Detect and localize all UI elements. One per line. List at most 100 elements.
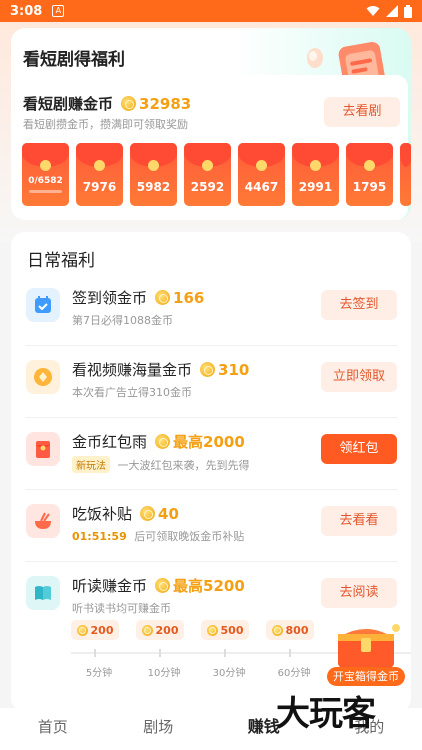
- envelope-seal-icon: [256, 160, 267, 171]
- envelope-seal-icon: [148, 160, 159, 171]
- milestone-tick: [289, 649, 291, 657]
- status-bar: 3:08 A: [0, 0, 422, 22]
- wifi-icon: [366, 6, 380, 16]
- envelope-seal-icon: [310, 160, 321, 171]
- milestone-tick: [224, 649, 226, 657]
- red-envelope[interactable]: 4467: [238, 143, 285, 206]
- drama-earn-label: 看短剧赚金币: [23, 95, 114, 113]
- time-label: 60分钟: [277, 668, 311, 679]
- reward-chip[interactable]: 500: [201, 620, 249, 640]
- calendar-icon: [26, 288, 60, 322]
- red-envelope[interactable]: 2991: [292, 143, 339, 206]
- coin-icon: [141, 624, 153, 636]
- go-read-button[interactable]: 去阅读: [321, 578, 397, 608]
- task-reward: 166: [173, 288, 205, 307]
- task-title: 吃饭补贴: [72, 505, 133, 523]
- red-envelope[interactable]: 1795: [346, 143, 393, 206]
- task-checkin: 签到领金币 166 第7日必得1088金币 去签到: [25, 274, 397, 346]
- envelope-flap: [400, 143, 411, 167]
- task-red-packet-rain: 金币红包雨 最高2000 新玩法 一大波红包来袭，先到先得 领红包: [25, 418, 397, 490]
- a-notification-icon: A: [52, 5, 65, 17]
- task-desc-row: 新玩法 一大波红包来袭，先到先得: [72, 456, 250, 473]
- status-time: 3:08: [10, 3, 43, 19]
- claim-now-button[interactable]: 立即领取: [321, 362, 397, 392]
- time-label: 5分钟: [85, 668, 113, 679]
- envelope-value: 7976: [82, 180, 117, 194]
- envelope-seal-icon: [364, 160, 375, 171]
- red-envelope[interactable]: 0/6582: [22, 143, 69, 206]
- coin-icon: [200, 362, 216, 377]
- milestone-tick: [94, 649, 96, 657]
- go-look-button[interactable]: 去看看: [321, 506, 397, 536]
- drama-earn-subtitle: 看短剧攒金币，攒满即可领取奖励: [23, 118, 188, 131]
- listen-time-labels: 5分钟 10分钟 30分钟 60分钟: [81, 664, 312, 679]
- envelope-value: 0/6582: [28, 176, 63, 186]
- task-watch-video: 看视频赚海量金币 310 本次看广告立得310金币 立即领取: [25, 346, 397, 418]
- signal-icon: [386, 5, 398, 17]
- red-envelope-list[interactable]: 0/6582 7976 5982 2592 4467 2991 1795: [22, 143, 411, 206]
- chip-value: 200: [155, 623, 179, 637]
- nav-home[interactable]: 首页: [0, 708, 106, 750]
- envelope-value: 2592: [190, 180, 225, 194]
- red-envelope[interactable]: 7976: [76, 143, 123, 206]
- red-envelope[interactable]: 5982: [130, 143, 177, 206]
- watermark: 大玩客: [276, 694, 376, 734]
- drama-welfare-card: 看短剧得福利 看短剧赚金币 32983 看短剧攒金币，攒满即可领取奖励 去看剧 …: [11, 28, 411, 220]
- envelope-seal-icon: [202, 160, 213, 171]
- watch-drama-button[interactable]: 去看剧: [324, 97, 400, 127]
- task-desc-row: 01:51:59 后可领取晚饭金币补贴: [72, 528, 244, 544]
- time-label: 30分钟: [212, 668, 246, 679]
- task-title: 签到领金币: [72, 289, 148, 307]
- coin-icon: [271, 624, 283, 636]
- coin-icon: [155, 290, 171, 305]
- red-packet-icon: [26, 432, 60, 466]
- reward-chip[interactable]: 200: [71, 620, 119, 640]
- red-envelope[interactable]: 2592: [184, 143, 231, 206]
- battery-icon: [404, 4, 412, 18]
- task-desc: 一大波红包来袭，先到先得: [117, 459, 250, 472]
- bowl-icon: [26, 504, 60, 538]
- drama-coins-value: 32983: [139, 94, 192, 113]
- nav-theater[interactable]: 剧场: [106, 708, 212, 750]
- task-title: 听读赚金币: [72, 577, 148, 595]
- time-label: 10分钟: [147, 668, 181, 679]
- task-reward: 最高2000: [173, 433, 245, 451]
- task-title: 金币红包雨: [72, 433, 148, 451]
- chip-value: 500: [220, 623, 244, 637]
- envelope-seal-icon: [94, 160, 105, 171]
- listen-reward-chips: 200 200 500 800: [71, 620, 314, 640]
- countdown-timer: 01:51:59: [72, 530, 127, 543]
- chip-value: 200: [90, 623, 114, 637]
- status-icons: [366, 4, 412, 18]
- task-title-row: 看视频赚海量金币 310: [72, 359, 249, 380]
- book-icon: [26, 576, 60, 610]
- reward-chip[interactable]: 800: [266, 620, 314, 640]
- daily-welfare-title: 日常福利: [27, 251, 95, 271]
- new-feature-badge: 新玩法: [72, 456, 110, 473]
- red-envelope-partial[interactable]: [400, 143, 411, 206]
- checkin-button[interactable]: 去签到: [321, 290, 397, 320]
- envelope-value: 5982: [136, 180, 171, 194]
- coin-icon: [121, 96, 137, 111]
- task-title: 看视频赚海量金币: [72, 361, 193, 379]
- coin-icon: [155, 578, 171, 593]
- task-title-row: 金币红包雨 最高2000: [72, 431, 245, 452]
- coin-icon: [206, 624, 218, 636]
- treasure-chest-icon[interactable]: [330, 618, 402, 670]
- task-title-row: 吃饭补贴 40: [72, 503, 179, 524]
- envelope-value: 4467: [244, 180, 279, 194]
- task-title-row: 签到领金币 166: [72, 287, 204, 308]
- task-title-row: 听读赚金币 最高5200: [72, 575, 245, 596]
- milestone-tick: [159, 649, 161, 657]
- task-meal-subsidy: 吃饭补贴 40 01:51:59 后可领取晚饭金币补贴 去看看: [25, 490, 397, 562]
- get-red-packet-button[interactable]: 领红包: [321, 434, 397, 464]
- coin-icon: [155, 434, 171, 449]
- treasure-chest-label[interactable]: 开宝箱得金币: [327, 667, 405, 686]
- task-reward: 40: [158, 504, 179, 523]
- reward-chip[interactable]: 200: [136, 620, 184, 640]
- task-reward: 310: [218, 360, 250, 379]
- task-desc: 听书读书均可赚金币: [72, 602, 171, 615]
- video-coin-icon: [26, 360, 60, 394]
- envelope-value: 2991: [298, 180, 333, 194]
- drama-card-title: 看短剧得福利: [23, 50, 125, 70]
